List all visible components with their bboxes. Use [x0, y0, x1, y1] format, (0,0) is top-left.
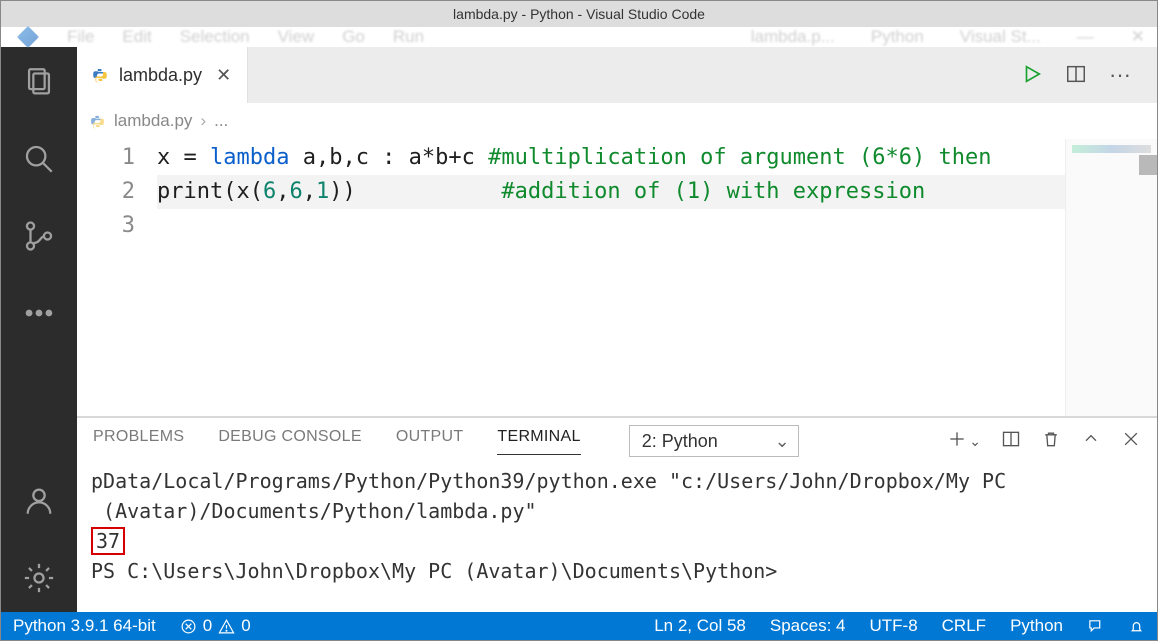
run-button[interactable] — [1021, 63, 1043, 88]
line-number: 2 — [77, 175, 135, 209]
status-python-version[interactable]: Python 3.9.1 64-bit — [1, 616, 168, 636]
kill-terminal-icon[interactable] — [1041, 429, 1061, 454]
settings-gear-icon[interactable] — [22, 561, 56, 598]
status-cursor[interactable]: Ln 2, Col 58 — [642, 616, 758, 636]
window-title: lambda.py - Python - Visual Studio Code — [453, 6, 705, 22]
titlebar-hint-1: lambda.p... — [751, 27, 835, 47]
line-gutter: 1 2 3 — [77, 139, 157, 416]
status-encoding[interactable]: UTF-8 — [857, 616, 929, 636]
titlebar-hint-3: Visual St... — [960, 27, 1041, 47]
menu-edit[interactable]: Edit — [122, 27, 151, 47]
python-file-icon — [91, 66, 109, 84]
close-panel-icon[interactable] — [1121, 429, 1141, 454]
menu-go[interactable]: Go — [342, 27, 365, 47]
tab-label: lambda.py — [119, 65, 202, 86]
accounts-icon[interactable] — [22, 484, 56, 521]
window-titlebar: lambda.py - Python - Visual Studio Code — [1, 1, 1157, 27]
source-control-icon[interactable] — [22, 219, 56, 256]
notifications-icon[interactable] — [1116, 618, 1157, 635]
search-icon[interactable] — [22, 142, 56, 179]
explorer-icon[interactable] — [22, 65, 56, 102]
bottom-panel: PROBLEMS DEBUG CONSOLE OUTPUT TERMINAL 2… — [77, 416, 1157, 612]
code-area[interactable]: x = lambda a,b,c : a*b+c #multiplication… — [157, 139, 1065, 416]
status-eol[interactable]: CRLF — [930, 616, 998, 636]
python-file-icon — [89, 113, 106, 130]
panel-tab-output[interactable]: OUTPUT — [396, 428, 464, 454]
chevron-down-icon[interactable]: ⌄ — [969, 433, 981, 450]
more-icon[interactable] — [22, 296, 56, 333]
menu-selection[interactable]: Selection — [180, 27, 250, 47]
terminal-output[interactable]: pData/Local/Programs/Python/Python39/pyt… — [77, 464, 1157, 612]
terminal-prompt: PS C:\Users\John\Dropbox\My PC (Avatar)\… — [91, 559, 777, 583]
menu-bar: File Edit Selection View Go Run lambda.p… — [1, 27, 1157, 47]
tab-lambda-py[interactable]: lambda.py ✕ — [77, 47, 248, 103]
minimap[interactable] — [1065, 139, 1157, 416]
line-number: 1 — [77, 141, 135, 175]
terminal-result: 37 — [91, 527, 125, 555]
terminal-select-value: 2: Python — [642, 431, 718, 452]
status-problems[interactable]: 0 0 — [168, 616, 263, 636]
window-minimize-icon[interactable]: — — [1077, 27, 1095, 47]
chevron-down-icon: ⌄ — [775, 431, 790, 452]
chevron-right-icon: › — [200, 111, 206, 131]
panel-tab-terminal[interactable]: TERMINAL — [497, 428, 580, 455]
status-spaces[interactable]: Spaces: 4 — [758, 616, 858, 636]
window-close-icon[interactable]: ✕ — [1131, 27, 1145, 47]
warning-icon — [218, 618, 235, 635]
editor-tabs: lambda.py ✕ ··· — [77, 47, 1157, 103]
breadcrumb-file: lambda.py — [114, 111, 192, 131]
split-terminal-icon[interactable] — [1001, 429, 1021, 454]
new-terminal-icon[interactable] — [947, 429, 967, 454]
error-icon — [180, 618, 197, 635]
panel-tab-problems[interactable]: PROBLEMS — [93, 428, 184, 454]
feedback-icon[interactable] — [1075, 618, 1116, 635]
status-bar: Python 3.9.1 64-bit 0 0 Ln 2, Col 58 Spa… — [1, 612, 1157, 640]
menu-view[interactable]: View — [278, 27, 315, 47]
vscode-logo-icon — [17, 26, 39, 48]
breadcrumb[interactable]: lambda.py › ... — [77, 103, 1157, 139]
terminal-select[interactable]: 2: Python ⌄ — [629, 425, 799, 457]
maximize-panel-icon[interactable] — [1081, 429, 1101, 454]
panel-tab-debug[interactable]: DEBUG CONSOLE — [218, 428, 362, 454]
activity-bar — [1, 47, 77, 612]
menu-file[interactable]: File — [67, 27, 94, 47]
tab-close-icon[interactable]: ✕ — [216, 65, 231, 86]
status-language[interactable]: Python — [998, 616, 1075, 636]
editor-more-icon[interactable]: ··· — [1109, 62, 1131, 88]
line-number: 3 — [77, 209, 135, 243]
split-editor-icon[interactable] — [1065, 63, 1087, 88]
breadcrumb-rest: ... — [214, 111, 228, 131]
menu-run[interactable]: Run — [393, 27, 424, 47]
titlebar-hint-2: Python — [871, 27, 924, 47]
editor[interactable]: 1 2 3 x = lambda a,b,c : a*b+c #multipli… — [77, 139, 1157, 416]
